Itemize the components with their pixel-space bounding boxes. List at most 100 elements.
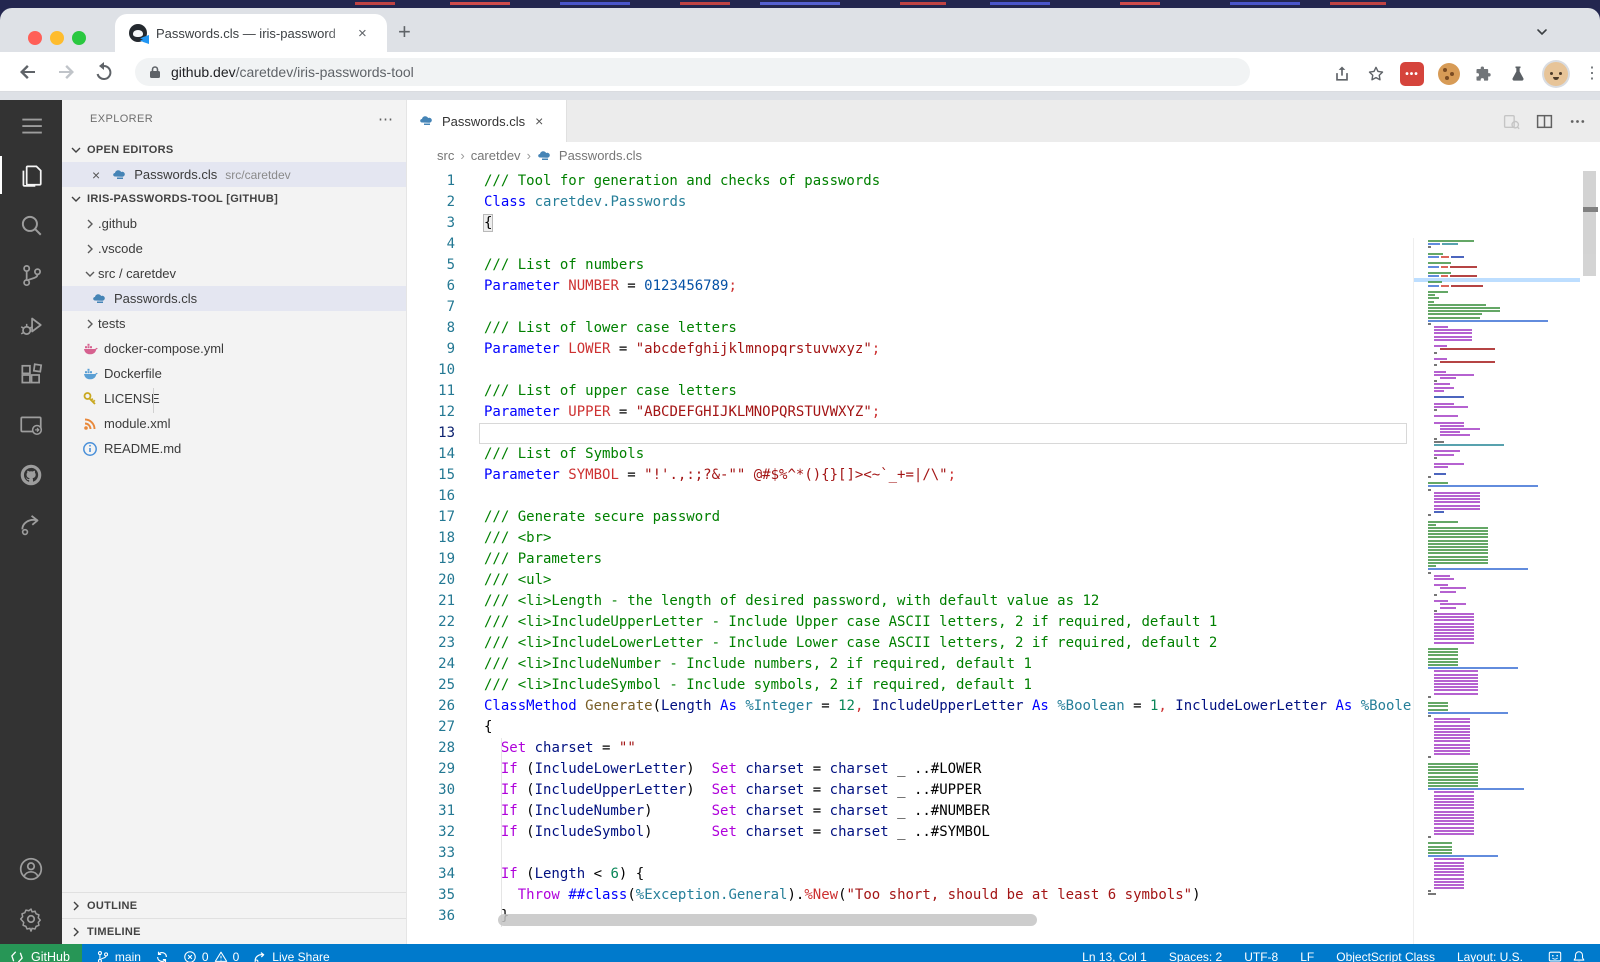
- open-editor-item[interactable]: × Passwords.cls src/caretdev: [62, 162, 406, 187]
- breadcrumb[interactable]: src › caretdev › Passwords.cls: [407, 142, 1600, 169]
- tree-item-label: Passwords.cls: [114, 291, 197, 306]
- window-minimize-button[interactable]: [50, 31, 64, 45]
- open-changes-icon[interactable]: [1503, 113, 1520, 130]
- activity-source-control-icon[interactable]: [0, 250, 62, 300]
- activity-bar: [0, 100, 62, 944]
- chevron-down-icon: [68, 142, 84, 158]
- vertical-scrollbar[interactable]: [1582, 169, 1597, 944]
- activity-live-share-icon[interactable]: [0, 500, 62, 550]
- browser-window: Passwords.cls — iris-password × + github…: [0, 8, 1600, 962]
- status-lf-item[interactable]: LF: [1300, 950, 1314, 962]
- activity-github-icon[interactable]: [0, 450, 62, 500]
- outline-section-header[interactable]: OUTLINE: [62, 892, 406, 918]
- chevron-right-icon: [68, 924, 84, 940]
- timeline-section-header[interactable]: TIMELINE: [62, 918, 406, 944]
- activity-explorer-icon[interactable]: [0, 150, 62, 200]
- file-tree: .github .vscode src / caretdev Passwords.cl…: [62, 211, 406, 461]
- chevron-right-icon: [68, 898, 84, 914]
- editor-tab-bar: Passwords.cls ×: [407, 100, 1600, 142]
- new-tab-button[interactable]: +: [398, 22, 411, 42]
- code-line-14: /// List of Symbols: [484, 444, 1411, 465]
- code-line-34: If (Length < 6) {: [484, 864, 1411, 885]
- password-manager-icon[interactable]: •••: [1400, 62, 1424, 86]
- tree-item--github[interactable]: .github: [62, 211, 406, 236]
- status-spaces-item[interactable]: Spaces: 2: [1169, 950, 1222, 962]
- split-editor-icon[interactable]: [1536, 113, 1553, 130]
- status-ln-item[interactable]: Ln 13, Col 1: [1082, 950, 1147, 962]
- code-line-28: Set charset = "": [484, 738, 1411, 759]
- more-actions-icon[interactable]: [1569, 113, 1586, 130]
- code-line-16: [484, 486, 1411, 507]
- tree-item-label: .vscode: [98, 241, 143, 256]
- browser-tab[interactable]: Passwords.cls — iris-password ×: [115, 14, 387, 52]
- activity-remote-explorer-icon[interactable]: [0, 400, 62, 450]
- tab-search-chevron-icon[interactable]: [1536, 26, 1548, 38]
- tree-item-license[interactable]: LICENSE: [62, 386, 406, 411]
- problems-indicator[interactable]: 0 0: [183, 950, 239, 962]
- close-editor-icon[interactable]: ×: [92, 167, 100, 183]
- feedback-indicator[interactable]: [1548, 950, 1562, 962]
- close-icon[interactable]: ×: [535, 113, 543, 129]
- url-text: github.dev/caretdev/iris-passwords-tool: [171, 64, 414, 80]
- tree-item-readme-md[interactable]: README.md: [62, 436, 406, 461]
- activity-account-icon[interactable]: [0, 844, 62, 894]
- cls-file-icon: [92, 291, 108, 307]
- status-layout-item[interactable]: Layout: U.S.: [1457, 950, 1523, 962]
- open-editors-header[interactable]: OPEN EDITORS: [62, 138, 406, 162]
- project-section-header[interactable]: IRIS-PASSWORDS-TOOL [GITHUB]: [62, 187, 406, 211]
- reload-icon[interactable]: [92, 60, 116, 84]
- tree-item--vscode[interactable]: .vscode: [62, 236, 406, 261]
- notifications-indicator[interactable]: [1572, 950, 1586, 962]
- activity-search-icon[interactable]: [0, 200, 62, 250]
- live-share-indicator[interactable]: Live Share: [253, 950, 329, 962]
- tree-item-src-caretdev[interactable]: src / caretdev: [62, 261, 406, 286]
- profile-avatar[interactable]: [1542, 60, 1570, 88]
- key-file-icon: [82, 391, 98, 407]
- activity-settings-icon[interactable]: [0, 894, 62, 944]
- activity-extensions-icon[interactable]: [0, 350, 62, 400]
- breadcrumb-src[interactable]: src: [437, 148, 454, 163]
- flask-icon[interactable]: [1508, 64, 1528, 84]
- remote-indicator[interactable]: GitHub: [0, 944, 82, 962]
- tree-item-label: LICENSE: [104, 391, 160, 406]
- share-icon[interactable]: [1332, 64, 1352, 84]
- branch-indicator[interactable]: main: [96, 950, 141, 962]
- git-branch-icon: [96, 950, 110, 962]
- puzzle-extension-icon[interactable]: [1474, 64, 1494, 84]
- code-line-10: [484, 360, 1411, 381]
- activity-menu-icon[interactable]: [0, 100, 62, 150]
- code-lines: /// Tool for generation and checks of pa…: [484, 171, 1411, 927]
- window-zoom-button[interactable]: [72, 31, 86, 45]
- chevron-down-icon: [82, 266, 98, 282]
- tab-close-icon[interactable]: ×: [358, 25, 367, 42]
- minimap[interactable]: [1414, 238, 1580, 944]
- url-bar[interactable]: github.dev/caretdev/iris-passwords-tool: [135, 58, 1250, 86]
- cookie-icon[interactable]: [1438, 63, 1460, 85]
- window-close-button[interactable]: [28, 31, 42, 45]
- tree-item-module-xml[interactable]: module.xml: [62, 411, 406, 436]
- status-utf-8-item[interactable]: UTF-8: [1244, 950, 1278, 962]
- editor-tab-passwords[interactable]: Passwords.cls ×: [407, 100, 567, 142]
- tree-item-dockerfile[interactable]: Dockerfile: [62, 361, 406, 386]
- tree-item-passwords-cls[interactable]: Passwords.cls: [62, 286, 406, 311]
- status-objectscript-item[interactable]: ObjectScript Class: [1336, 950, 1435, 962]
- breadcrumb-caretdev[interactable]: caretdev: [471, 148, 521, 163]
- bookmark-star-icon[interactable]: [1366, 64, 1386, 84]
- code-area[interactable]: 1234567891011121314151617181920212223242…: [407, 169, 1600, 944]
- code-line-18: /// <br>: [484, 528, 1411, 549]
- breadcrumb-file[interactable]: Passwords.cls: [559, 148, 642, 163]
- activity-run-debug-icon[interactable]: [0, 300, 62, 350]
- explorer-more-actions-icon[interactable]: ⋯: [378, 110, 394, 128]
- feedback-smiley-icon: [1548, 950, 1562, 962]
- code-line-31: If (IncludeNumber) Set charset = charset…: [484, 801, 1411, 822]
- browser-menu-icon[interactable]: ⋮: [1584, 71, 1590, 77]
- tree-item-label: module.xml: [104, 416, 170, 431]
- sync-indicator[interactable]: [155, 950, 169, 962]
- forward-arrow-icon[interactable]: [54, 60, 78, 84]
- scrollbar-thumb[interactable]: [1583, 171, 1596, 276]
- back-arrow-icon[interactable]: [16, 60, 40, 84]
- horizontal-scrollbar[interactable]: [498, 914, 1037, 926]
- tree-item-tests[interactable]: tests: [62, 311, 406, 336]
- code-line-8: /// List of lower case letters: [484, 318, 1411, 339]
- tree-item-docker-compose-yml[interactable]: docker-compose.yml: [62, 336, 406, 361]
